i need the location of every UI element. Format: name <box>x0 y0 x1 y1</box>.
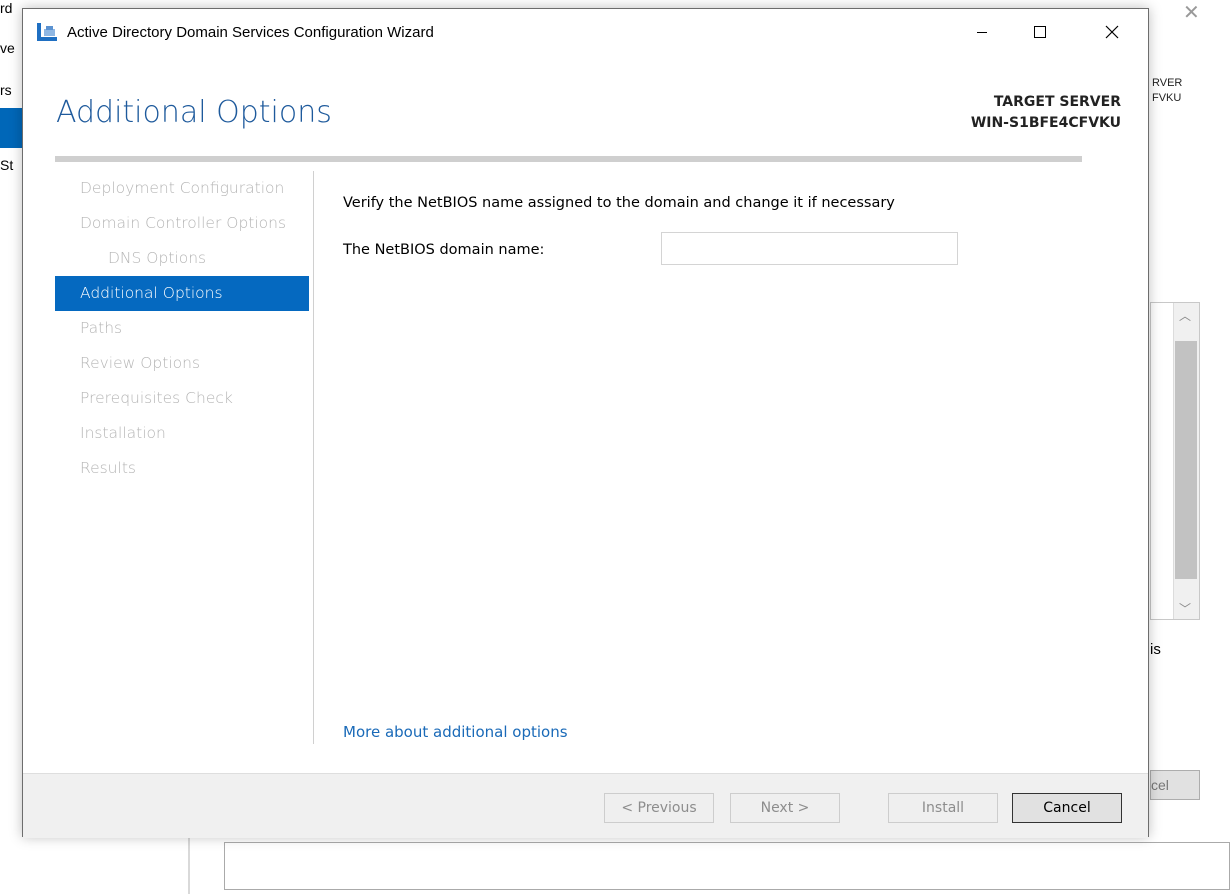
chevron-up-icon[interactable]: ︿ <box>1179 307 1191 324</box>
nav-item-deployment-configuration[interactable]: Deployment Configuration <box>55 171 309 206</box>
background-text-fragment: St <box>0 157 14 173</box>
maximize-button[interactable] <box>1017 9 1063 55</box>
previous-button[interactable]: < Previous <box>604 793 714 823</box>
netbios-domain-name-label: The NetBIOS domain name: <box>343 242 545 258</box>
content-panel: Verify the NetBIOS name assigned to the … <box>343 195 958 265</box>
cancel-button[interactable]: Cancel <box>1012 793 1122 823</box>
nav-item-results[interactable]: Results <box>55 451 309 486</box>
background-panel <box>224 842 1230 890</box>
page-title: Additional Options <box>56 95 332 130</box>
background-text-fragment: rd <box>0 0 13 16</box>
title-bar[interactable]: Active Directory Domain Services Configu… <box>23 9 1148 55</box>
background-cancel-label: cel <box>1151 777 1169 793</box>
more-about-additional-options-link[interactable]: More about additional options <box>343 723 568 741</box>
nav-divider <box>313 171 314 744</box>
nav-item-domain-controller-options[interactable]: Domain Controller Options <box>55 206 309 241</box>
header-divider <box>55 156 1082 162</box>
nav-item-paths[interactable]: Paths <box>55 311 309 346</box>
minimize-icon <box>977 32 987 33</box>
background-selected-nav-item <box>0 108 24 148</box>
content-heading: Verify the NetBIOS name assigned to the … <box>343 195 895 211</box>
nav-item-prerequisites-check[interactable]: Prerequisites Check <box>55 381 309 416</box>
background-text-fragment: ve <box>0 40 15 56</box>
background-cancel-button[interactable]: cel <box>1150 770 1200 800</box>
target-server-name: WIN-S1BFE4CFVKU <box>970 115 1121 131</box>
close-icon <box>1105 25 1119 39</box>
chevron-down-icon[interactable]: ﹀ <box>1179 600 1191 617</box>
background-scrollbar-thumb[interactable] <box>1175 341 1197 579</box>
netbios-domain-name-input[interactable] <box>661 232 958 265</box>
background-text-fragment: rs <box>0 82 12 98</box>
maximize-icon <box>1034 26 1046 38</box>
background-text-fragment: is <box>1150 641 1161 658</box>
next-button[interactable]: Next > <box>730 793 840 823</box>
nav-item-installation[interactable]: Installation <box>55 416 309 451</box>
minimize-button[interactable] <box>959 9 1005 55</box>
install-button[interactable]: Install <box>888 793 998 823</box>
nav-item-dns-options[interactable]: DNS Options <box>55 241 309 276</box>
background-target-server: RVER FVKU <box>1152 76 1182 106</box>
background-target-label: RVER <box>1152 77 1183 89</box>
nav-item-additional-options[interactable]: Additional Options <box>55 276 309 311</box>
nav-item-review-options[interactable]: Review Options <box>55 346 309 381</box>
wizard-steps-nav: Deployment Configuration Domain Controll… <box>55 171 309 486</box>
background-scroll-panel[interactable]: ︿ ﹀ <box>1150 302 1200 620</box>
window-title: Active Directory Domain Services Configu… <box>67 24 434 41</box>
close-button[interactable] <box>1089 9 1135 55</box>
background-target-name: FVKU <box>1152 92 1182 104</box>
footer-bar: < Previous Next > Install Cancel <box>23 773 1148 838</box>
target-server-info: TARGET SERVER WIN-S1BFE4CFVKU <box>971 92 1121 134</box>
target-server-label: TARGET SERVER <box>993 94 1121 110</box>
server-manager-icon <box>37 23 57 41</box>
background-close-icon[interactable]: ✕ <box>1183 0 1200 25</box>
wizard-window: Active Directory Domain Services Configu… <box>22 8 1149 838</box>
background-divider <box>188 838 190 894</box>
